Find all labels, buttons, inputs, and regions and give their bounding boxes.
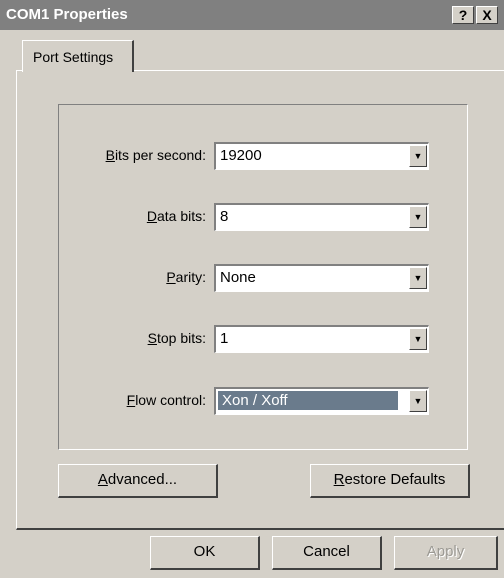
window-title: COM1 Properties [6,6,128,23]
cancel-button[interactable]: Cancel [272,536,382,570]
data-bits-value: 8 [220,208,229,225]
chevron-down-icon[interactable]: ▼ [409,390,427,412]
data-bits-label: Data bits: [146,208,206,224]
tab-label: Port Settings [33,49,114,65]
advanced-button[interactable]: Advanced... [58,464,218,498]
tab-port-settings[interactable]: Port Settings [22,40,134,72]
flow-control-label: Flow control: [126,392,206,408]
ok-button[interactable]: OK [150,536,260,570]
restore-defaults-button[interactable]: Restore Defaults [310,464,470,498]
chevron-down-icon[interactable]: ▼ [409,145,427,167]
close-button[interactable]: X [476,6,498,24]
stop-bits-select[interactable]: 1 ▼ [214,325,429,353]
bits-per-second-value: 19200 [220,147,262,164]
parity-value: None [220,269,256,286]
title-bar: COM1 Properties ? X [0,0,504,30]
bits-per-second-label: Bits per second: [105,147,206,163]
parity-label: Parity: [166,269,206,285]
data-bits-select[interactable]: 8 ▼ [214,203,429,231]
help-button[interactable]: ? [452,6,474,24]
bits-per-second-select[interactable]: 19200 ▼ [214,142,429,170]
stop-bits-value: 1 [220,330,229,347]
flow-control-select[interactable]: Xon / Xoff ▼ [214,387,429,415]
chevron-down-icon[interactable]: ▼ [409,328,427,350]
flow-control-value: Xon / Xoff [218,391,398,410]
parity-select[interactable]: None ▼ [214,264,429,292]
chevron-down-icon[interactable]: ▼ [409,267,427,289]
apply-button[interactable]: Apply [394,536,498,570]
chevron-down-icon[interactable]: ▼ [409,206,427,228]
stop-bits-label: Stop bits: [147,330,206,346]
